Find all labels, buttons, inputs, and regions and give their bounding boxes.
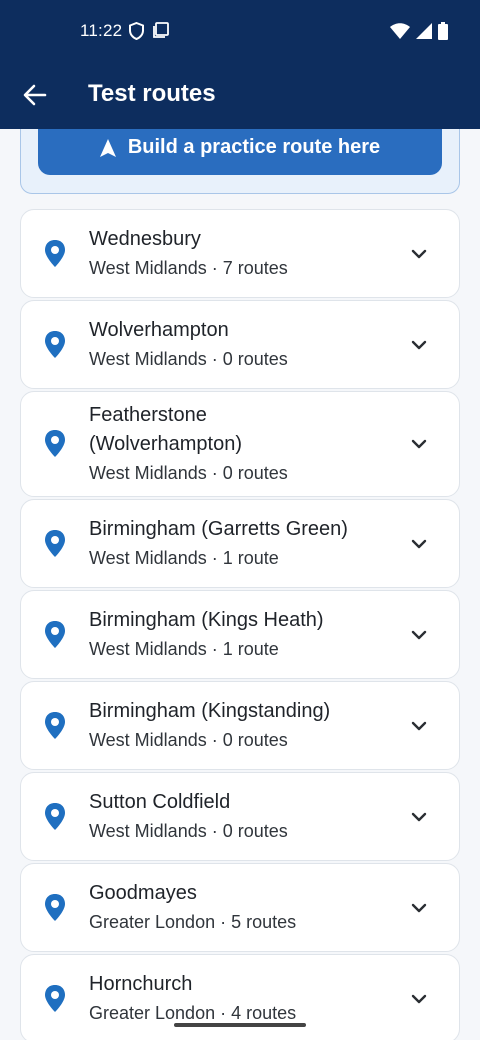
build-practice-route-button[interactable]: Build a practice route here (38, 129, 442, 175)
list-item[interactable]: Goodmayes Greater London · 5 routes (20, 863, 460, 952)
navigation-arrow-icon (99, 138, 116, 157)
home-indicator[interactable] (174, 1023, 306, 1027)
centre-subtitle: West Midlands · 1 route (89, 548, 279, 568)
back-button[interactable] (20, 80, 50, 110)
centre-name: Sutton Coldfield (89, 791, 231, 813)
list-item[interactable]: Wednesbury West Midlands · 7 routes (20, 209, 460, 298)
centre-name: Wolverhampton (89, 319, 229, 341)
list-item[interactable]: Birmingham (Kings Heath) West Midlands ·… (20, 590, 460, 679)
practice-route-banner: Build a practice route here (20, 129, 460, 194)
chevron-down-icon[interactable] (409, 338, 429, 352)
chevron-down-icon[interactable] (409, 719, 429, 733)
centre-name: Featherstone (Wolverhampton) (89, 404, 243, 455)
list-item[interactable]: Featherstone (Wolverhampton) West Midlan… (20, 391, 460, 497)
chevron-down-icon[interactable] (409, 628, 429, 642)
centre-name: Birmingham (Kingstanding) (89, 700, 331, 722)
arrow-back-icon (23, 84, 47, 106)
centre-subtitle: West Midlands · 0 routes (89, 730, 288, 750)
wifi-icon (390, 23, 410, 39)
chevron-down-icon[interactable] (409, 437, 429, 451)
centre-subtitle: West Midlands · 1 route (89, 639, 279, 659)
centre-subtitle: West Midlands · 0 routes (89, 821, 288, 841)
location-pin-icon (45, 529, 65, 557)
centre-subtitle: West Midlands · 0 routes (89, 349, 288, 369)
location-pin-icon (45, 430, 65, 457)
list-item[interactable]: Birmingham (Garretts Green) West Midland… (20, 499, 460, 588)
centre-name: Hornchurch (89, 973, 193, 995)
signal-icon (416, 23, 432, 39)
screen-icon (153, 22, 169, 38)
centre-name: Goodmayes (89, 882, 197, 904)
list-item[interactable]: Hornchurch Greater London · 4 routes (20, 954, 460, 1040)
scroll-content[interactable]: Build a practice route here Wednesbury W… (0, 129, 480, 1040)
location-pin-icon (45, 330, 65, 358)
location-pin-icon (45, 239, 65, 267)
build-practice-route-label: Build a practice route here (127, 136, 381, 158)
location-pin-icon (45, 620, 65, 648)
test-centre-list: Wednesbury West Midlands · 7 routes Wolv… (20, 209, 460, 1040)
location-pin-icon (45, 711, 65, 739)
centre-name: Birmingham (Garretts Green) (89, 518, 348, 540)
location-pin-icon (45, 984, 65, 1012)
list-item[interactable]: Sutton Coldfield West Midlands · 0 route… (20, 772, 460, 861)
centre-subtitle: West Midlands · 0 routes (89, 463, 288, 483)
location-pin-icon (45, 893, 65, 921)
chevron-down-icon[interactable] (409, 992, 429, 1006)
centre-name: Birmingham (Kings Heath) (89, 609, 324, 631)
chevron-down-icon[interactable] (409, 901, 429, 915)
centre-subtitle: West Midlands · 7 routes (89, 258, 288, 278)
centre-name: Wednesbury (89, 228, 201, 250)
location-pin-icon (45, 802, 65, 830)
shield-icon (129, 22, 144, 40)
list-item[interactable]: Wolverhampton West Midlands · 0 routes (20, 300, 460, 389)
app-bar: 11:22 Test routes (0, 0, 480, 129)
status-time: 11:22 (80, 21, 123, 40)
page-title: Test routes (88, 80, 216, 107)
centre-subtitle: Greater London · 5 routes (89, 912, 297, 932)
chevron-down-icon[interactable] (409, 810, 429, 824)
list-item[interactable]: Birmingham (Kingstanding) West Midlands … (20, 681, 460, 770)
battery-icon (438, 22, 448, 40)
chevron-down-icon[interactable] (409, 537, 429, 551)
chevron-down-icon[interactable] (409, 247, 429, 261)
